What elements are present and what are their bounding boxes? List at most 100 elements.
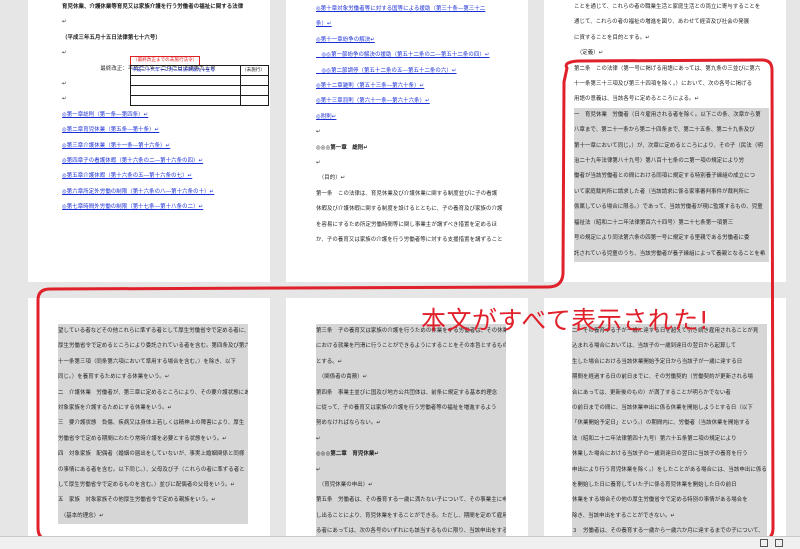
text-line: 休業をする場合その他の厚生労働省令で定める特別の事情がある場合を [572,493,767,509]
text-line: （関係者の責務）↵ [316,370,506,386]
text-line: 治二十九年法律第八十九号）第八百十七条の二第一項の規定により労 [574,154,769,170]
text-line: 「休業開始予定日」という。）の期間内に、労働者（当該休業を開始する [572,416,767,432]
revision-table-cell [241,86,269,96]
text-line: ◎◎◎第二章 育児休業↵ [316,447,506,463]
text-line: 期間を経過する日の前日までに、その労働契約（労働契約が更新される場 [572,370,767,386]
text-line: 申出により行う育児休業を除く。）をしたことがある場合には、当該申出に係る [572,462,767,479]
text-line: とする。↵ [316,354,506,371]
text-line: 託されている児童のうち、当該労働者が養子縁組によって養親となることを希 [574,246,769,262]
text-line: る者にあっては、次の各号のいずれにも該当するものに限り、当該申出をする [316,524,506,536]
text-line: 十一条第三十三項及び第三十四項を除く。）において、次の各号に掲げる [574,81,753,88]
text-line: ◎第四章子の看護休暇（第十六条の二―第十六条の四）↵ [62,158,204,165]
revision-table-cell [241,76,269,86]
text-line: して厚生労働省令で定めるものを含む。）並びに配偶者の父母をいう。↵ [58,478,248,494]
text-line: に従って、子の養育又は家族の介護を行う労働者等の福祉を増進するよう [316,401,506,417]
text-line: を開始した日に養育していた子に係る育児休業を開始した日の前日 [572,478,767,494]
text-line: の前日までの間に、当該休業申出に係る休業を開始しようとする日（以下 [572,401,767,417]
text-line: 三 要介護状態 負傷、疾病又は身体上若しくは精神上の障害により、厚生 [58,416,248,432]
text-line: 二 介護休業 労働者が、第三章に定めるところにより、その要介護状態にある [58,385,248,402]
document-page-4: 望している者などその他これらに準ずる者として厚生労働省令で定める者に、 厚生労働省… [28,298,270,536]
text-line: 号の規定により同法第六条の四第一号に規定する里親である労働者に委 [574,231,769,247]
text-line: ↵ [316,160,321,167]
text-line: いて家庭裁判所に請求した者（当該請求に係る家事審判事件が裁判所に [574,184,769,201]
text-line: 望している者などその他これらに準ずる者として厚生労働省令で定める者に、 [58,324,248,340]
text-line: を容易にするため所定労働時間等に関し事業主が講ずべき措置を定めるほ [316,221,497,228]
page-1-text: 育児休業、介護休業等育児又は家族介護を行う労働者の福祉に関する法律 ↵ （平成三年五… [62,0,247,216]
text-line: 労働省令で定める期間にわたり常時介護を必要とする状態をいう。↵ [58,431,248,448]
text-line: ◎◎◎第一章 総則↵ [316,144,368,151]
text-line: 係属している場合に限る。）であって、当該労働者が現に監護するもの、児童 [574,200,769,216]
text-line: ◎第五章介護休暇（第十六条の五―第十六条の七）↵ [62,173,193,180]
text-line: 生した場合における当該休業開始予定日から当該子が一歳に達する日 [572,354,767,371]
revision-table-cell [241,96,269,106]
text-line: 休暇及び介護休暇に関する制度を設けるとともに、子の養育及び家族の介護 [316,206,503,213]
text-line: 第五条 労働者は、その養育する一歳に満たない子について、その事業主に申 [316,493,506,509]
text-line: における就業を円滑に行うことができるようにすることをその本旨とするもの [316,339,506,355]
text-line: （目的）↵ [316,175,346,182]
layout-icon[interactable] [775,539,783,547]
text-line: に資することを目的とする。↵ [574,34,650,41]
text-line: ◎◎第二節調停（第五十二条の五―第五十二条の六）↵ [316,67,457,74]
text-line: ◎第三章介護休業（第十一条―第十六条）↵ [62,142,171,149]
text-line: 対象家族を介護するためにする休業をいう。↵ [58,401,248,417]
document-page-2: ◎第十章対象労働者等に対する国等による援助（第三十条―第三十二 条）↵ ◎第十一章紛… [286,0,528,282]
page-2-text: ◎第十章対象労働者等に対する国等による援助（第三十条―第三十二 条）↵ ◎第十一章紛… [316,2,504,249]
text-line: 第四条 事業主並びに国及び地方公共団体は、前条に規定する基本的理念 [316,385,506,402]
revision-table: 平成二十八年十二月二日法律第九十五号 （未施行） [130,65,269,106]
text-line: （基本的理念）↵ [58,508,248,525]
text-line: 除き、当該申出をすることができない。↵ [572,508,767,525]
text-line: 五 家族 対象家族その他厚生労働省令で定める親族をいう。↵ [58,493,248,509]
revision-table-cell: 平成二十八年十二月二日法律第九十五号 [131,66,241,76]
text-line: し出ることにより、育児休業をすることができる。ただし、期間を定めて雇用され [316,508,506,525]
text-line: 四 対象家族 配偶者（婚姻の届出をしていないが、事実上婚姻関係と同様 [58,447,248,463]
text-line: 働者が当該労働者との間における同項に規定する特別養子縁組の成立につ [574,169,769,185]
text-line: ことを通じて、これらの者の職業生活と家庭生活との両立に寄与することを [574,4,761,10]
text-line: か、子の養育又は家族の介護を行う労働者等に対する支援措置を講ずること [316,237,503,244]
text-line: 法（昭和二十二年法律第四十九号）第六十五条第二項の規定により [572,431,767,448]
text-line: ◎附則↵ [316,113,337,120]
text-line: ↵ [62,19,67,26]
text-line: ◎第十一章紛争の解決↵ [316,36,375,43]
text-line: 休業した場合における当該子の一歳到達日の翌日に当該子の養育を行う [572,447,767,463]
view-mode-icon[interactable] [760,539,768,547]
text-line: 厚生労働省令で定めるところにより委託されている者を含む。第四条及び第六 [58,339,248,355]
revision-table-cell: （未施行） [241,66,269,76]
text-line: 第十一章において同じ。）が、次章に定めるところにより、その子（民法（明 [574,138,769,155]
text-line: ↵ [316,431,506,448]
revision-table-cell [131,86,241,96]
text-line: 同じ。）を養育するためにする休業をいう。↵ [58,370,248,386]
text-line: ↵ [316,129,321,136]
text-line: ◎第七章時間外労働の制限（第十七条―第十八条の二）↵ [62,204,204,211]
text-line: （平成三年五月十五日法律第七十六号） [62,34,161,41]
document-page-1: 育児休業、介護休業等育児又は家族介護を行う労働者の福祉に関する法律 ↵ （平成三年五… [28,0,270,282]
text-line: ◎第二章育児休業（第五条―第十条）↵ [62,127,160,134]
text-line: ◎第一章総則（第一条―第四条）↵ [62,111,149,118]
text-line: 十一条第三項（同条第六項において準用する場合を含む。）を除き、以下 [58,354,248,371]
text-line: ◎第十二章雑則（第五十三条―第六十条）↵ [316,83,425,90]
page-4-text: 望している者などその他これらに準ずる者として厚生労働省令で定める者に、 厚生労働省… [58,324,248,525]
text-line: 第二条 この法律（第一号に掲げる用語にあっては、第九条の三並びに第六 [574,65,761,72]
status-bar [0,536,800,549]
text-line: ◎第十三章罰則（第六十一条―第六十六条）↵ [316,98,430,105]
text-line: 八章まで、第二十一条から第二十四条まで、第二十五条、第二十九条及び [574,123,769,139]
text-line: ◎第六章所定外労働の制限（第十六条の八―第十六条の十）↵ [62,188,215,195]
text-line: 努めなければならない。↵ [316,416,506,432]
text-line: 一 育児休業 労働者（日々雇用される者を除く。以下この条、次章から第 [574,107,769,124]
document-page-3: ことを通じて、これらの者の職業生活と家庭生活との両立に寄与することを 通じて、これ… [544,0,786,282]
text-line: ３ 労働者は、その養育する一歳から一歳六か月に達するまでの子について、 [572,524,767,536]
text-line: 通じて、これらの者の福祉の増進を図り、あわせて経済及び社会の発展 [574,19,750,26]
text-line: 条）↵ [316,21,332,28]
text-line: ↵ [316,462,506,479]
text-line: の事情にある者を含む。以下同じ。）、父母及び子（これらの者に準ずる者と [58,462,248,479]
revision-table-cell [131,96,241,106]
text-line: 福祉法（昭和二十二年法律第百六十四号）第二十七条第一項第三 [574,215,769,232]
text-line: 第一条 この法律は、育児休業及び介護休業に関する制度並びに子の看護 [316,190,498,197]
page-3-text: ことを通じて、これらの者の職業生活と家庭生活との両立に寄与することを 通じて、これ… [574,0,769,262]
page-6-text: 二 その養育する子が一歳に達する日を超えて引き続き雇用されることが見 込まれる場合… [572,324,767,536]
text-line: ◎第十章対象労働者等に対する国等による援助（第三十条―第三十二 [316,6,486,12]
text-line: （定義）↵ [574,50,604,57]
text-line: ◎◎第一節紛争の解決の援助（第五十二条の二―第五十二条の四）↵ [316,52,490,59]
revision-table-cell [131,76,241,86]
text-line: （育児休業の申出）↵ [316,478,506,494]
text-line: 用語の意義は、当該各号に定めるところによる。↵ [574,96,700,103]
